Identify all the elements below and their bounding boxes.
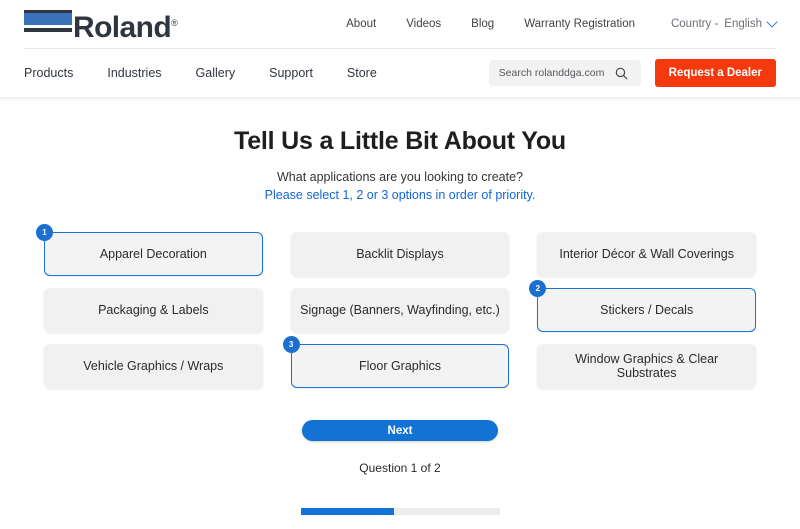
main-nav-bar: Products Industries Gallery Support Stor… bbox=[0, 49, 800, 97]
option-card-wrap: Interior Décor & Wall Coverings bbox=[537, 232, 756, 276]
roland-logo-mark bbox=[24, 9, 72, 38]
top-utility-bar: Roland® About Videos Blog Warranty Regis… bbox=[0, 0, 800, 48]
option-card-stickers-decals[interactable]: Stickers / Decals bbox=[537, 288, 756, 332]
top-nav-item-about[interactable]: About bbox=[346, 18, 376, 30]
search-icon[interactable] bbox=[615, 67, 628, 80]
option-card-wrap: 2 Stickers / Decals bbox=[529, 280, 756, 332]
option-card-wrap: Window Graphics & Clear Substrates bbox=[537, 344, 756, 388]
option-card-wrap: Signage (Banners, Wayfinding, etc.) bbox=[290, 288, 510, 332]
top-nav-item-blog[interactable]: Blog bbox=[471, 18, 494, 30]
country-label: Country - bbox=[670, 18, 719, 30]
progress-bar-fill bbox=[300, 508, 395, 515]
questionnaire-page: Tell Us a Little Bit About You What appl… bbox=[0, 101, 800, 515]
nav-item-support[interactable]: Support bbox=[269, 66, 313, 80]
page-title: Tell Us a Little Bit About You bbox=[234, 127, 566, 155]
page-subtitle: What applications are you looking to cre… bbox=[277, 170, 523, 184]
option-card-floor-graphics[interactable]: Floor Graphics bbox=[290, 344, 510, 388]
nav-item-industries[interactable]: Industries bbox=[107, 66, 161, 80]
nav-item-products[interactable]: Products bbox=[24, 66, 73, 80]
search-input[interactable] bbox=[496, 66, 615, 80]
nav-item-store[interactable]: Store bbox=[347, 66, 377, 80]
search-box[interactable] bbox=[488, 60, 641, 86]
registered-trademark-icon: ® bbox=[171, 17, 178, 28]
option-card-interior-decor[interactable]: Interior Décor & Wall Coverings bbox=[537, 232, 756, 276]
nav-right-group: Request a Dealer bbox=[488, 59, 776, 87]
language-label: English bbox=[724, 18, 762, 30]
option-card-backlit-displays[interactable]: Backlit Displays bbox=[290, 232, 510, 276]
selection-order-badge: 1 bbox=[36, 224, 53, 241]
option-card-wrap: Packaging & Labels bbox=[44, 288, 263, 332]
option-card-vehicle-graphics[interactable]: Vehicle Graphics / Wraps bbox=[44, 344, 263, 388]
roland-logo[interactable]: Roland® bbox=[24, 7, 178, 44]
logo-wordmark: Roland bbox=[73, 10, 172, 44]
top-nav-item-warranty-registration[interactable]: Warranty Registration bbox=[524, 18, 635, 30]
option-card-wrap: 3 Floor Graphics bbox=[282, 336, 510, 388]
progress-bar bbox=[300, 508, 500, 515]
main-nav: Products Industries Gallery Support Stor… bbox=[24, 66, 377, 80]
country-language-selector[interactable]: Country - English bbox=[670, 16, 778, 30]
selection-instruction[interactable]: Please select 1, 2 or 3 options in order… bbox=[0, 188, 800, 202]
selection-order-badge: 3 bbox=[282, 336, 300, 353]
roland-logo-text: Roland® bbox=[73, 8, 178, 44]
option-card-wrap: Vehicle Graphics / Wraps bbox=[44, 344, 263, 388]
option-card-wrap: 1 Apparel Decoration bbox=[36, 224, 263, 276]
top-nav-item-videos[interactable]: Videos bbox=[406, 18, 441, 30]
chevron-down-icon bbox=[766, 16, 778, 28]
next-button[interactable]: Next bbox=[302, 420, 498, 441]
question-counter: Question 1 of 2 bbox=[359, 461, 441, 475]
option-card-signage[interactable]: Signage (Banners, Wayfinding, etc.) bbox=[290, 288, 510, 332]
top-nav: About Videos Blog Warranty Registration … bbox=[346, 16, 778, 30]
options-grid: 1 Apparel Decoration Backlit Displays In… bbox=[36, 224, 756, 388]
option-card-window-graphics[interactable]: Window Graphics & Clear Substrates bbox=[537, 344, 756, 388]
nav-item-gallery[interactable]: Gallery bbox=[196, 66, 236, 80]
next-button-row: Next bbox=[0, 420, 800, 441]
request-a-dealer-button[interactable]: Request a Dealer bbox=[654, 59, 776, 87]
option-card-packaging-labels[interactable]: Packaging & Labels bbox=[44, 288, 263, 332]
option-card-wrap: Backlit Displays bbox=[290, 232, 510, 276]
option-card-apparel-decoration[interactable]: Apparel Decoration bbox=[44, 232, 263, 276]
